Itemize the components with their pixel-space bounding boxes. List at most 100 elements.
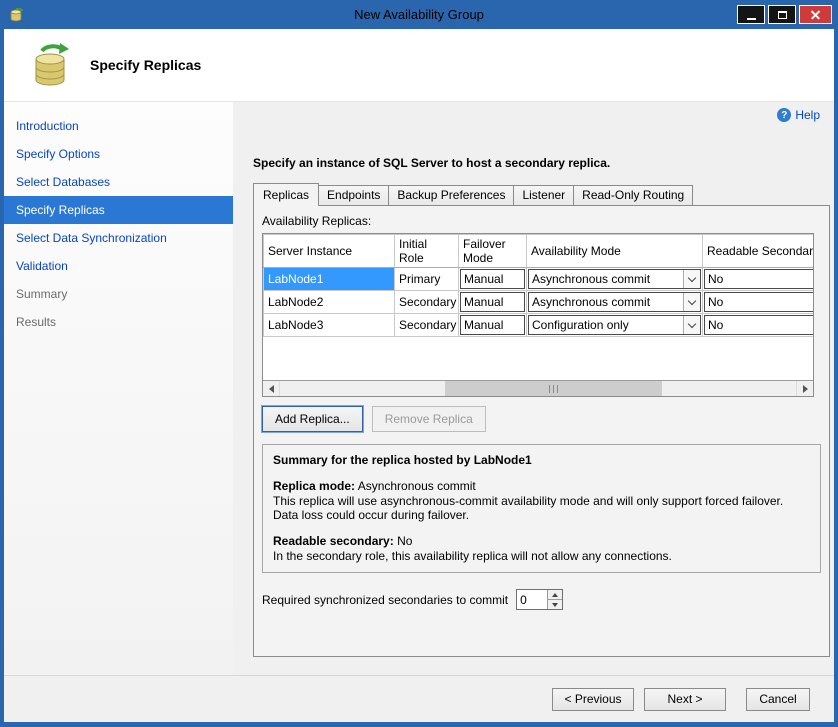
sidebar-item-specify-options[interactable]: Specify Options (4, 140, 233, 168)
dropdown-arrow-icon[interactable] (683, 293, 700, 311)
sidebar-item-select-databases[interactable]: Select Databases (4, 168, 233, 196)
scrollbar-grip-icon (549, 385, 558, 393)
summary-title: Summary for the replica hosted by LabNod… (273, 453, 810, 467)
next-button[interactable]: Next > (644, 688, 726, 711)
initial-role-cell[interactable]: Primary (395, 268, 459, 291)
availability-mode-value: Asynchronous commit (529, 270, 683, 288)
server-instance-cell[interactable]: LabNode2 (264, 291, 395, 314)
add-replica-button[interactable]: Add Replica... (262, 406, 363, 432)
sidebar-item-results: Results (4, 308, 233, 336)
col-initial-role: Initial Role (395, 235, 459, 268)
tab-backup-preferences[interactable]: Backup Preferences (388, 185, 514, 206)
scroll-left-button[interactable] (263, 381, 280, 396)
required-secondaries-input[interactable] (517, 590, 547, 609)
initial-role-cell[interactable]: Secondary (395, 314, 459, 337)
server-instance-cell[interactable]: LabNode1 (264, 268, 395, 291)
tab-endpoints[interactable]: Endpoints (318, 185, 389, 206)
availability-mode-cell[interactable]: Asynchronous commit (527, 268, 703, 291)
page-title: Specify Replicas (90, 57, 201, 73)
database-sync-icon (28, 42, 74, 88)
replicas-grid: Server Instance Initial Role Failover Mo… (262, 233, 814, 397)
horizontal-scrollbar[interactable] (263, 380, 813, 396)
scroll-right-button[interactable] (796, 381, 813, 396)
titlebar[interactable]: New Availability Group (4, 0, 834, 29)
replica-row: LabNode1 Primary Manual Asynchronous com… (264, 268, 814, 291)
replica-mode-value: Asynchronous commit (358, 479, 476, 493)
window-title: New Availability Group (4, 7, 834, 22)
readable-secondary-cell[interactable]: No (703, 291, 814, 314)
col-readable-secondary: Readable Secondary (703, 235, 814, 268)
dropdown-arrow-icon[interactable] (683, 270, 700, 288)
replica-row: LabNode2 Secondary Manual Asynchronous c… (264, 291, 814, 314)
failover-mode-value: Manual (464, 272, 503, 286)
tab-strip: Replicas Endpoints Backup Preferences Li… (253, 183, 830, 206)
caption-buttons (737, 5, 834, 24)
instruction-text: Specify an instance of SQL Server to hos… (253, 156, 830, 170)
spin-down-button[interactable] (548, 600, 562, 609)
content-area: Introduction Specify Options Select Data… (4, 102, 834, 675)
tab-replicas[interactable]: Replicas (253, 183, 319, 206)
readable-secondary-label: Readable secondary: (273, 534, 394, 548)
availability-mode-value: Asynchronous commit (529, 293, 683, 311)
initial-role-cell[interactable]: Secondary (395, 291, 459, 314)
spin-up-button[interactable] (548, 590, 562, 600)
sidebar-item-introduction[interactable]: Introduction (4, 112, 233, 140)
sidebar-item-select-data-synchronization[interactable]: Select Data Synchronization (4, 224, 233, 252)
wizard-footer: < Previous Next > Cancel (4, 675, 834, 722)
col-server-instance: Server Instance (264, 235, 395, 268)
replica-mode-label: Replica mode: (273, 479, 355, 493)
required-secondaries-row: Required synchronized secondaries to com… (262, 589, 821, 610)
failover-mode-cell[interactable]: Manual (459, 314, 527, 337)
required-secondaries-spinner (516, 589, 563, 610)
help-label: Help (795, 108, 820, 122)
failover-mode-cell[interactable]: Manual (459, 291, 527, 314)
availability-mode-cell[interactable]: Configuration only (527, 314, 703, 337)
help-icon: ? (777, 108, 791, 122)
cancel-button[interactable]: Cancel (746, 688, 810, 711)
availability-group-icon (8, 6, 26, 24)
readable-secondary-cell[interactable]: No (703, 268, 814, 291)
failover-mode-value: Manual (464, 295, 503, 309)
availability-mode-value: Configuration only (529, 316, 683, 334)
help-link[interactable]: ? Help (777, 108, 820, 122)
dialog-body: Specify Replicas Introduction Specify Op… (4, 29, 834, 722)
close-icon (810, 9, 821, 20)
readable-secondary-value: No (708, 295, 723, 309)
tab-read-only-routing[interactable]: Read-Only Routing (573, 185, 693, 206)
dropdown-arrow-icon[interactable] (683, 316, 700, 334)
previous-button[interactable]: < Previous (552, 688, 634, 711)
availability-replicas-label: Availability Replicas: (262, 214, 821, 228)
readable-secondary-value: No (708, 318, 723, 332)
scroll-right-icon (803, 385, 808, 393)
spin-up-icon (552, 593, 558, 597)
main-pane: ? Help Specify an instance of SQL Server… (233, 102, 834, 675)
readable-secondary-value: No (708, 272, 723, 286)
required-secondaries-label: Required synchronized secondaries to com… (262, 593, 508, 607)
readable-secondary-summary-value: No (397, 534, 412, 548)
dialog-window: New Availability Group Specify Replicas (0, 0, 838, 727)
scrollbar-track[interactable] (280, 381, 796, 396)
maximize-icon (778, 11, 787, 19)
sidebar-item-specify-replicas[interactable]: Specify Replicas (4, 196, 233, 224)
availability-mode-cell[interactable]: Asynchronous commit (527, 291, 703, 314)
grid-header-row: Server Instance Initial Role Failover Mo… (264, 235, 814, 268)
replica-summary-box: Summary for the replica hosted by LabNod… (262, 444, 821, 573)
maximize-button[interactable] (768, 5, 796, 24)
replica-mode-description: This replica will use asynchronous-commi… (273, 494, 810, 522)
server-instance-cell[interactable]: LabNode3 (264, 314, 395, 337)
scroll-left-icon (269, 385, 274, 393)
wizard-steps-sidebar: Introduction Specify Options Select Data… (4, 102, 233, 675)
tab-listener[interactable]: Listener (513, 185, 574, 206)
readable-secondary-description: In the secondary role, this availability… (273, 549, 810, 564)
minimize-button[interactable] (737, 5, 765, 24)
sidebar-item-validation[interactable]: Validation (4, 252, 233, 280)
readable-secondary-cell[interactable]: No (703, 314, 814, 337)
replicas-tab-panel: Availability Replicas: Server Instance (253, 205, 830, 657)
failover-mode-cell[interactable]: Manual (459, 268, 527, 291)
replica-row: LabNode3 Secondary Manual Configuration … (264, 314, 814, 337)
wizard-header: Specify Replicas (4, 29, 834, 102)
close-button[interactable] (799, 5, 832, 24)
minimize-icon (747, 18, 756, 20)
scrollbar-thumb[interactable] (445, 381, 662, 396)
failover-mode-value: Manual (464, 318, 503, 332)
